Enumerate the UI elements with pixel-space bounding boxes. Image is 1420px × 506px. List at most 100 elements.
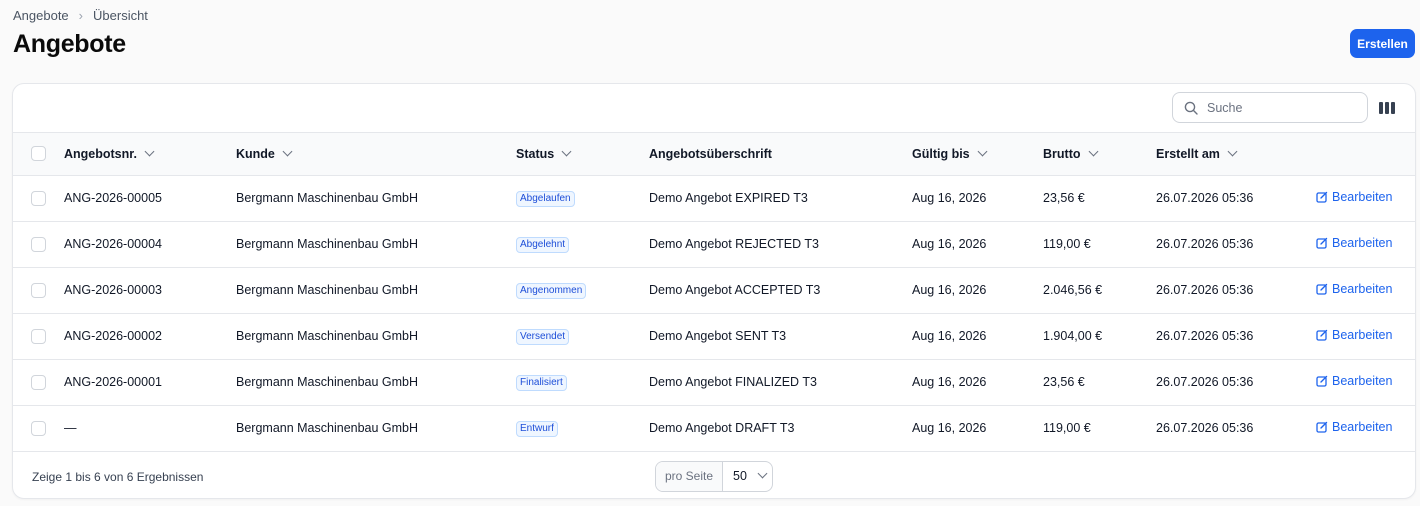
chevron-down-icon xyxy=(282,146,293,157)
table-row[interactable]: ANG-2026-00005 Bergmann Maschinenbau Gmb… xyxy=(13,175,1415,221)
row-checkbox[interactable] xyxy=(31,374,46,390)
breadcrumb-item-uebersicht: Übersicht xyxy=(93,8,148,23)
edit-button[interactable]: Bearbeiten xyxy=(1316,282,1392,296)
status-badge: Finalisiert xyxy=(516,374,567,391)
row-checkbox[interactable] xyxy=(31,328,46,344)
edit-button[interactable]: Bearbeiten xyxy=(1316,190,1392,204)
created-at: 26.07.2026 05:36 xyxy=(1156,191,1254,205)
columns-icon[interactable] xyxy=(1379,100,1397,116)
created-at: 26.07.2026 05:36 xyxy=(1156,375,1254,389)
edit-icon xyxy=(1316,237,1328,249)
valid-until: Aug 16, 2026 xyxy=(912,375,987,389)
valid-until: Aug 16, 2026 xyxy=(912,237,987,251)
customer-name: Bergmann Maschinenbau GmbH xyxy=(236,191,419,205)
search-input[interactable] xyxy=(1207,100,1357,115)
chevron-down-icon xyxy=(1088,146,1098,157)
row-checkbox[interactable] xyxy=(31,420,46,436)
edit-icon xyxy=(1316,421,1328,433)
created-at: 26.07.2026 05:36 xyxy=(1156,421,1254,435)
chevron-down-icon xyxy=(757,468,768,478)
offer-number: — xyxy=(64,421,77,435)
table-row[interactable]: ANG-2026-00003 Bergmann Maschinenbau Gmb… xyxy=(13,267,1415,313)
offer-number: ANG-2026-00001 xyxy=(64,375,162,389)
edit-button[interactable]: Bearbeiten xyxy=(1316,236,1392,250)
valid-until: Aug 16, 2026 xyxy=(912,329,987,343)
status-badge: Abgelehnt xyxy=(516,236,570,253)
offer-number: ANG-2026-00005 xyxy=(64,191,162,205)
gross-amount: 2.046,56 € xyxy=(1043,283,1103,297)
customer-name: Bergmann Maschinenbau GmbH xyxy=(236,283,419,297)
table-toolbar xyxy=(13,84,1415,133)
status-badge: Abgelaufen xyxy=(516,190,575,207)
row-checkbox[interactable] xyxy=(31,190,46,206)
column-header-customer[interactable]: Kunde xyxy=(236,133,516,175)
customer-name: Bergmann Maschinenbau GmbH xyxy=(236,329,419,343)
customer-name: Bergmann Maschinenbau GmbH xyxy=(236,237,419,251)
breadcrumb-item-angebote[interactable]: Angebote xyxy=(13,8,69,23)
search-box[interactable] xyxy=(1172,92,1368,123)
status-badge: Angenommen xyxy=(516,282,587,299)
per-page-dropdown[interactable]: 50 xyxy=(723,462,768,491)
chevron-right-icon: › xyxy=(78,8,84,23)
create-button[interactable]: Erstellen xyxy=(1350,29,1415,58)
gross-amount: 119,00 € xyxy=(1043,421,1091,435)
edit-button[interactable]: Bearbeiten xyxy=(1316,328,1392,342)
table-footer: Zeige 1 bis 6 von 6 Ergebnissen pro Seit… xyxy=(13,452,1415,499)
column-header-status[interactable]: Status xyxy=(516,133,649,175)
per-page-label: pro Seite xyxy=(656,461,724,491)
column-header-title: Angebotsüberschrift xyxy=(649,146,772,161)
offer-title: Demo Angebot REJECTED T3 xyxy=(649,237,819,251)
page-title: Angebote xyxy=(13,30,126,58)
status-badge: Entwurf xyxy=(516,420,558,437)
offer-number: ANG-2026-00003 xyxy=(64,283,162,297)
table-row[interactable]: ANG-2026-00004 Bergmann Maschinenbau Gmb… xyxy=(13,221,1415,267)
table-row[interactable]: — Bergmann Maschinenbau GmbH Entwurf Dem… xyxy=(13,405,1415,451)
results-summary: Zeige 1 bis 6 von 6 Ergebnissen xyxy=(32,469,204,484)
per-page-value: 50 xyxy=(733,469,747,483)
customer-name: Bergmann Maschinenbau GmbH xyxy=(236,421,419,435)
customer-name: Bergmann Maschinenbau GmbH xyxy=(236,375,419,389)
select-all-checkbox[interactable] xyxy=(31,146,46,162)
search-icon xyxy=(1184,101,1198,115)
column-header-number[interactable]: Angebotsnr. xyxy=(64,133,236,175)
edit-button[interactable]: Bearbeiten xyxy=(1316,420,1392,434)
edit-icon xyxy=(1316,283,1328,295)
edit-icon xyxy=(1316,329,1328,341)
chevron-down-icon xyxy=(1227,146,1238,157)
column-header-created[interactable]: Erstellt am xyxy=(1156,133,1316,175)
per-page-select[interactable]: pro Seite 50 xyxy=(655,460,773,492)
valid-until: Aug 16, 2026 xyxy=(912,191,987,205)
edit-icon xyxy=(1316,191,1328,203)
valid-until: Aug 16, 2026 xyxy=(912,421,987,435)
column-header-gross[interactable]: Brutto xyxy=(1043,133,1156,175)
table-row[interactable]: ANG-2026-00002 Bergmann Maschinenbau Gmb… xyxy=(13,313,1415,359)
created-at: 26.07.2026 05:36 xyxy=(1156,237,1254,251)
table-header-row: Angebotsnr. Kunde Status Angebotsübersch… xyxy=(13,133,1415,175)
column-header-valid-until[interactable]: Gültig bis xyxy=(912,133,1043,175)
offer-title: Demo Angebot ACCEPTED T3 xyxy=(649,283,821,297)
offer-title: Demo Angebot DRAFT T3 xyxy=(649,421,795,435)
offers-table: Angebotsnr. Kunde Status Angebotsübersch… xyxy=(13,133,1415,452)
row-checkbox[interactable] xyxy=(31,282,46,298)
chevron-down-icon xyxy=(977,146,988,157)
gross-amount: 1.904,00 € xyxy=(1043,329,1103,343)
status-badge: Versendet xyxy=(516,328,570,345)
chevron-down-icon xyxy=(144,146,155,157)
chevron-down-icon xyxy=(561,146,572,157)
created-at: 26.07.2026 05:36 xyxy=(1156,283,1254,297)
offer-title: Demo Angebot FINALIZED T3 xyxy=(649,375,817,389)
offers-table-card: Angebotsnr. Kunde Status Angebotsübersch… xyxy=(12,83,1416,499)
offer-number: ANG-2026-00004 xyxy=(64,237,162,251)
gross-amount: 23,56 € xyxy=(1043,375,1085,389)
gross-amount: 23,56 € xyxy=(1043,191,1085,205)
offer-number: ANG-2026-00002 xyxy=(64,329,162,343)
edit-icon xyxy=(1316,375,1328,387)
edit-button[interactable]: Bearbeiten xyxy=(1316,374,1392,388)
breadcrumb: Angebote › Übersicht xyxy=(13,8,148,23)
created-at: 26.07.2026 05:36 xyxy=(1156,329,1254,343)
offer-title: Demo Angebot EXPIRED T3 xyxy=(649,191,808,205)
gross-amount: 119,00 € xyxy=(1043,237,1091,251)
valid-until: Aug 16, 2026 xyxy=(912,283,987,297)
table-row[interactable]: ANG-2026-00001 Bergmann Maschinenbau Gmb… xyxy=(13,359,1415,405)
row-checkbox[interactable] xyxy=(31,236,46,252)
